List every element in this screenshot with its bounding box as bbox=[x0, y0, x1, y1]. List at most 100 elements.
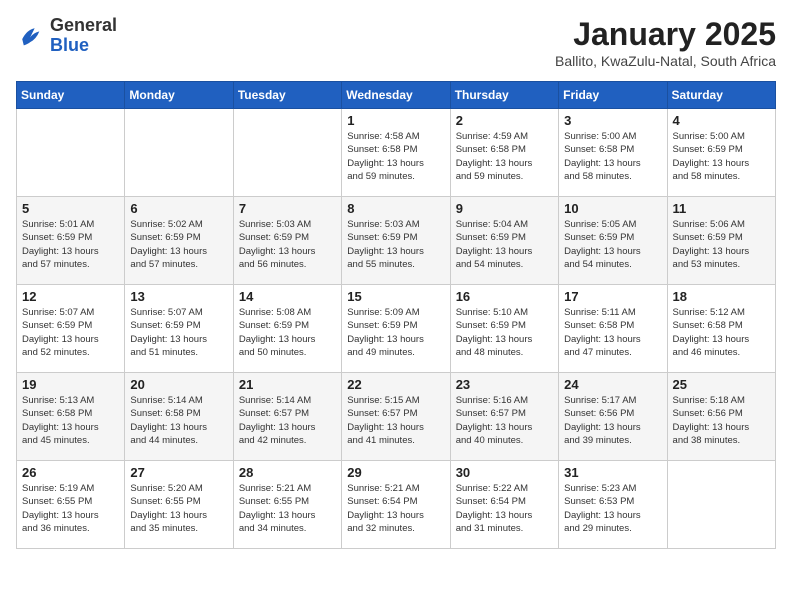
weekday-header-row: SundayMondayTuesdayWednesdayThursdayFrid… bbox=[17, 82, 776, 109]
day-info: Sunrise: 5:03 AM Sunset: 6:59 PM Dayligh… bbox=[347, 218, 444, 271]
day-info: Sunrise: 5:16 AM Sunset: 6:57 PM Dayligh… bbox=[456, 394, 553, 447]
weekday-header-cell: Saturday bbox=[667, 82, 775, 109]
day-number: 11 bbox=[673, 201, 770, 216]
day-number: 20 bbox=[130, 377, 227, 392]
day-info: Sunrise: 5:19 AM Sunset: 6:55 PM Dayligh… bbox=[22, 482, 119, 535]
day-number: 23 bbox=[456, 377, 553, 392]
day-number: 30 bbox=[456, 465, 553, 480]
day-number: 6 bbox=[130, 201, 227, 216]
day-info: Sunrise: 5:12 AM Sunset: 6:58 PM Dayligh… bbox=[673, 306, 770, 359]
day-info: Sunrise: 5:22 AM Sunset: 6:54 PM Dayligh… bbox=[456, 482, 553, 535]
day-number: 1 bbox=[347, 113, 444, 128]
day-info: Sunrise: 5:08 AM Sunset: 6:59 PM Dayligh… bbox=[239, 306, 336, 359]
day-info: Sunrise: 5:15 AM Sunset: 6:57 PM Dayligh… bbox=[347, 394, 444, 447]
calendar-day-cell bbox=[233, 109, 341, 197]
calendar-day-cell: 12 Sunrise: 5:07 AM Sunset: 6:59 PM Dayli… bbox=[17, 285, 125, 373]
calendar-day-cell: 25Sunrise: 5:18 AM Sunset: 6:56 PM Dayli… bbox=[667, 373, 775, 461]
day-info: Sunrise: 5:04 AM Sunset: 6:59 PM Dayligh… bbox=[456, 218, 553, 271]
page-header: General Blue January 2025 Ballito, KwaZu… bbox=[16, 16, 776, 69]
day-number: 19 bbox=[22, 377, 119, 392]
calendar-day-cell: 16 Sunrise: 5:10 AM Sunset: 6:59 PM Dayli… bbox=[450, 285, 558, 373]
day-info: Sunrise: 4:59 AM Sunset: 6:58 PM Dayligh… bbox=[456, 130, 553, 183]
day-number: 15 bbox=[347, 289, 444, 304]
day-info: Sunrise: 5:21 AM Sunset: 6:55 PM Dayligh… bbox=[239, 482, 336, 535]
calendar-day-cell: 31 Sunrise: 5:23 AM Sunset: 6:53 PM Dayli… bbox=[559, 461, 667, 549]
calendar-day-cell: 30 Sunrise: 5:22 AM Sunset: 6:54 PM Dayli… bbox=[450, 461, 558, 549]
day-number: 2 bbox=[456, 113, 553, 128]
calendar-day-cell: 11Sunrise: 5:06 AM Sunset: 6:59 PM Dayli… bbox=[667, 197, 775, 285]
logo: General Blue bbox=[16, 16, 117, 56]
day-info: Sunrise: 5:09 AM Sunset: 6:59 PM Dayligh… bbox=[347, 306, 444, 359]
day-number: 22 bbox=[347, 377, 444, 392]
day-info: Sunrise: 5:11 AM Sunset: 6:58 PM Dayligh… bbox=[564, 306, 661, 359]
calendar-day-cell: 19 Sunrise: 5:13 AM Sunset: 6:58 PM Dayli… bbox=[17, 373, 125, 461]
calendar-day-cell: 27Sunrise: 5:20 AM Sunset: 6:55 PM Dayli… bbox=[125, 461, 233, 549]
day-number: 8 bbox=[347, 201, 444, 216]
day-info: Sunrise: 5:14 AM Sunset: 6:57 PM Dayligh… bbox=[239, 394, 336, 447]
calendar-day-cell: 1 Sunrise: 4:58 AM Sunset: 6:58 PM Daylig… bbox=[342, 109, 450, 197]
day-number: 4 bbox=[673, 113, 770, 128]
calendar-day-cell: 8 Sunrise: 5:03 AM Sunset: 6:59 PM Daylig… bbox=[342, 197, 450, 285]
day-number: 21 bbox=[239, 377, 336, 392]
day-number: 16 bbox=[456, 289, 553, 304]
day-info: Sunrise: 5:17 AM Sunset: 6:56 PM Dayligh… bbox=[564, 394, 661, 447]
calendar-day-cell: 10Sunrise: 5:05 AM Sunset: 6:59 PM Dayli… bbox=[559, 197, 667, 285]
day-info: Sunrise: 5:07 AM Sunset: 6:59 PM Dayligh… bbox=[22, 306, 119, 359]
calendar-day-cell: 22 Sunrise: 5:15 AM Sunset: 6:57 PM Dayli… bbox=[342, 373, 450, 461]
day-info: Sunrise: 4:58 AM Sunset: 6:58 PM Dayligh… bbox=[347, 130, 444, 183]
logo-bird-icon bbox=[16, 22, 44, 50]
logo-text: General Blue bbox=[50, 16, 117, 56]
weekday-header-cell: Wednesday bbox=[342, 82, 450, 109]
calendar-day-cell: 7Sunrise: 5:03 AM Sunset: 6:59 PM Daylig… bbox=[233, 197, 341, 285]
calendar-day-cell bbox=[17, 109, 125, 197]
weekday-header-cell: Thursday bbox=[450, 82, 558, 109]
day-number: 25 bbox=[673, 377, 770, 392]
day-number: 31 bbox=[564, 465, 661, 480]
calendar-day-cell: 17Sunrise: 5:11 AM Sunset: 6:58 PM Dayli… bbox=[559, 285, 667, 373]
calendar-week-row: 12 Sunrise: 5:07 AM Sunset: 6:59 PM Dayli… bbox=[17, 285, 776, 373]
day-info: Sunrise: 5:23 AM Sunset: 6:53 PM Dayligh… bbox=[564, 482, 661, 535]
day-number: 28 bbox=[239, 465, 336, 480]
calendar-day-cell: 29 Sunrise: 5:21 AM Sunset: 6:54 PM Dayli… bbox=[342, 461, 450, 549]
day-info: Sunrise: 5:10 AM Sunset: 6:59 PM Dayligh… bbox=[456, 306, 553, 359]
day-number: 18 bbox=[673, 289, 770, 304]
day-info: Sunrise: 5:01 AM Sunset: 6:59 PM Dayligh… bbox=[22, 218, 119, 271]
day-info: Sunrise: 5:00 AM Sunset: 6:58 PM Dayligh… bbox=[564, 130, 661, 183]
calendar-day-cell: 5 Sunrise: 5:01 AM Sunset: 6:59 PM Daylig… bbox=[17, 197, 125, 285]
calendar-body: 1 Sunrise: 4:58 AM Sunset: 6:58 PM Daylig… bbox=[17, 109, 776, 549]
location-subtitle: Ballito, KwaZulu-Natal, South Africa bbox=[555, 53, 776, 69]
day-number: 24 bbox=[564, 377, 661, 392]
calendar-day-cell: 13Sunrise: 5:07 AM Sunset: 6:59 PM Dayli… bbox=[125, 285, 233, 373]
day-info: Sunrise: 5:05 AM Sunset: 6:59 PM Dayligh… bbox=[564, 218, 661, 271]
day-number: 12 bbox=[22, 289, 119, 304]
calendar-day-cell bbox=[125, 109, 233, 197]
weekday-header-cell: Sunday bbox=[17, 82, 125, 109]
weekday-header-cell: Friday bbox=[559, 82, 667, 109]
calendar-day-cell: 21 Sunrise: 5:14 AM Sunset: 6:57 PM Dayli… bbox=[233, 373, 341, 461]
day-number: 5 bbox=[22, 201, 119, 216]
day-number: 3 bbox=[564, 113, 661, 128]
day-info: Sunrise: 5:03 AM Sunset: 6:59 PM Dayligh… bbox=[239, 218, 336, 271]
day-info: Sunrise: 5:20 AM Sunset: 6:55 PM Dayligh… bbox=[130, 482, 227, 535]
calendar-day-cell: 18 Sunrise: 5:12 AM Sunset: 6:58 PM Dayli… bbox=[667, 285, 775, 373]
calendar-week-row: 1 Sunrise: 4:58 AM Sunset: 6:58 PM Daylig… bbox=[17, 109, 776, 197]
day-info: Sunrise: 5:14 AM Sunset: 6:58 PM Dayligh… bbox=[130, 394, 227, 447]
calendar-day-cell: 9 Sunrise: 5:04 AM Sunset: 6:59 PM Daylig… bbox=[450, 197, 558, 285]
day-info: Sunrise: 5:13 AM Sunset: 6:58 PM Dayligh… bbox=[22, 394, 119, 447]
month-year-title: January 2025 bbox=[555, 16, 776, 53]
calendar-day-cell: 2 Sunrise: 4:59 AM Sunset: 6:58 PM Daylig… bbox=[450, 109, 558, 197]
day-info: Sunrise: 5:21 AM Sunset: 6:54 PM Dayligh… bbox=[347, 482, 444, 535]
calendar-week-row: 5 Sunrise: 5:01 AM Sunset: 6:59 PM Daylig… bbox=[17, 197, 776, 285]
calendar-day-cell: 26 Sunrise: 5:19 AM Sunset: 6:55 PM Dayli… bbox=[17, 461, 125, 549]
calendar-day-cell: 3 Sunrise: 5:00 AM Sunset: 6:58 PM Daylig… bbox=[559, 109, 667, 197]
day-number: 9 bbox=[456, 201, 553, 216]
title-block: January 2025 Ballito, KwaZulu-Natal, Sou… bbox=[555, 16, 776, 69]
day-number: 26 bbox=[22, 465, 119, 480]
day-number: 29 bbox=[347, 465, 444, 480]
calendar-week-row: 19 Sunrise: 5:13 AM Sunset: 6:58 PM Dayli… bbox=[17, 373, 776, 461]
day-info: Sunrise: 5:02 AM Sunset: 6:59 PM Dayligh… bbox=[130, 218, 227, 271]
calendar-table: SundayMondayTuesdayWednesdayThursdayFrid… bbox=[16, 81, 776, 549]
calendar-day-cell: 24 Sunrise: 5:17 AM Sunset: 6:56 PM Dayli… bbox=[559, 373, 667, 461]
calendar-day-cell: 15 Sunrise: 5:09 AM Sunset: 6:59 PM Dayli… bbox=[342, 285, 450, 373]
day-number: 13 bbox=[130, 289, 227, 304]
